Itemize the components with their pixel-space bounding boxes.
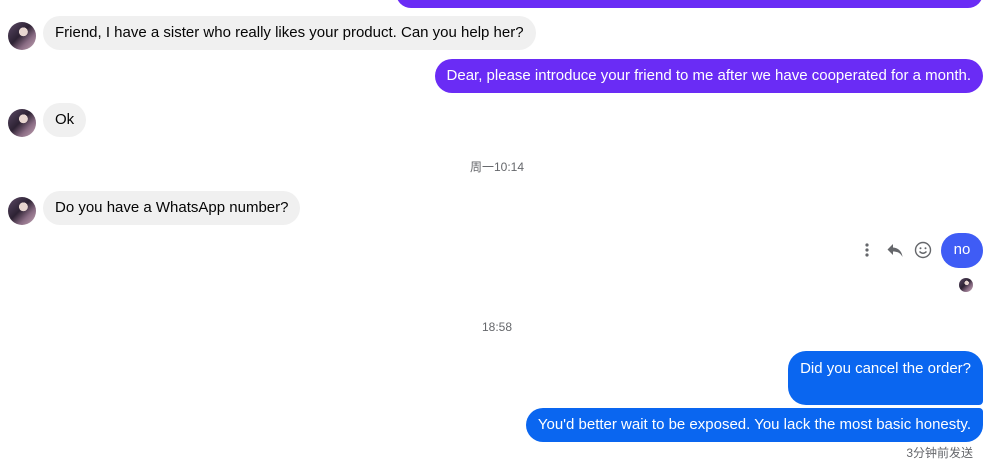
incoming-message-bubble[interactable]: Ok <box>43 103 87 137</box>
sent-status-label: 3分钟前发送 <box>906 446 973 460</box>
read-receipt-avatar <box>959 278 973 292</box>
reply-icon[interactable] <box>884 239 906 261</box>
incoming-message-bubble[interactable]: Do you have a WhatsApp number? <box>43 191 301 225</box>
outgoing-message-bubble[interactable]: Did you cancel the order? <box>788 351 983 405</box>
contact-avatar[interactable] <box>8 109 36 137</box>
contact-avatar[interactable] <box>8 197 36 225</box>
message-thread: Friend, I have a sister who really likes… <box>0 0 994 469</box>
outgoing-message-bubble[interactable]: Dear, please introduce your friend to me… <box>434 59 983 93</box>
outgoing-message-bubble[interactable] <box>396 0 983 8</box>
outgoing-message-bubble[interactable]: You'd better wait to be exposed. You lac… <box>525 408 983 442</box>
outgoing-message-bubble[interactable]: no <box>941 233 983 268</box>
timestamp-divider: 周一10:14 <box>469 160 525 174</box>
timestamp-divider: 18:58 <box>481 320 513 334</box>
contact-avatar[interactable] <box>8 22 36 50</box>
react-smiley-icon[interactable] <box>912 239 934 261</box>
more-options-icon[interactable] <box>856 239 878 261</box>
incoming-message-bubble[interactable]: Friend, I have a sister who really likes… <box>43 16 536 50</box>
